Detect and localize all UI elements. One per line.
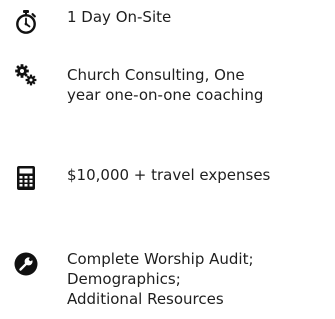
calculator-icon xyxy=(14,166,38,190)
wrench-icon xyxy=(14,252,38,276)
feature-item-duration: 1 Day On-Site xyxy=(0,0,335,40)
stopwatch-icon xyxy=(14,10,38,34)
gears-icon xyxy=(14,63,38,87)
feature-text-duration: 1 Day On-Site xyxy=(67,8,172,26)
feature-text-audit: Complete Worship Audit; Demographics; Ad… xyxy=(67,250,254,308)
feature-text-price: $10,000 + travel expenses xyxy=(67,166,271,184)
feature-item-audit: Complete Worship Audit; Demographics; Ad… xyxy=(0,245,335,319)
feature-text-consulting: Church Consulting, One year one-on-one c… xyxy=(67,66,264,104)
feature-list: 1 Day On-Site Church Consulting, One yea… xyxy=(0,0,335,319)
feature-item-price: $10,000 + travel expenses xyxy=(0,160,335,200)
feature-item-consulting: Church Consulting, One year one-on-one c… xyxy=(0,55,335,105)
